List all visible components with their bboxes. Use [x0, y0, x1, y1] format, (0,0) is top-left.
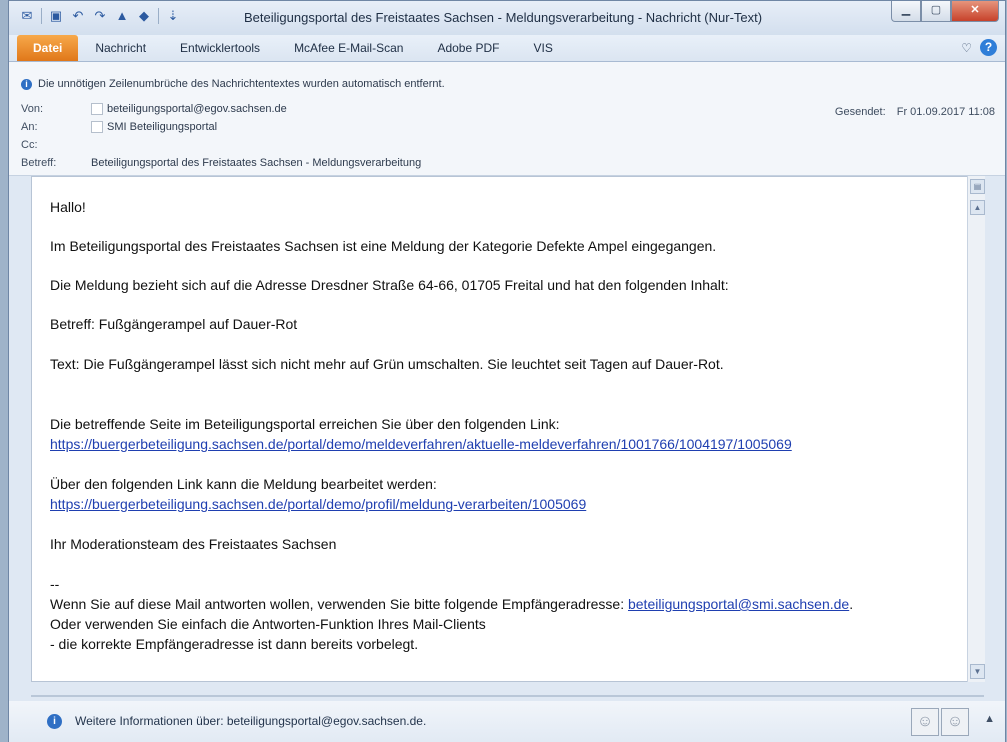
chevron-down-icon[interactable]: ♡: [961, 41, 972, 55]
help-icon[interactable]: ?: [980, 39, 997, 56]
window-controls: ▁ ▢ ✕: [891, 1, 999, 22]
to-label: An:: [21, 121, 38, 133]
info-bar-text: Die unnötigen Zeilenumbrüche des Nachric…: [38, 78, 445, 90]
edit-link[interactable]: https://buergerbeteiligung.sachsen.de/po…: [50, 496, 586, 512]
tab-file[interactable]: Datei: [17, 35, 79, 61]
body-line: Betreff: Fußgängerampel auf Dauer-Rot: [50, 316, 298, 332]
avatar-icon[interactable]: ☺: [941, 708, 969, 736]
title-bar: ✉ ▣ ↶ ↷ ▲ ◆ ⇣ Beteiligungsportal des Fre…: [9, 1, 1005, 35]
contact-status-icon: [91, 103, 103, 115]
vertical-scrollbar[interactable]: ▤ ▲ ▼: [967, 176, 985, 682]
outlook-message-window: ✉ ▣ ↶ ↷ ▲ ◆ ⇣ Beteiligungsportal des Fre…: [8, 0, 1006, 742]
reply-address-link[interactable]: beteiligungsportal@smi.sachsen.de: [628, 596, 849, 612]
scroll-up-button[interactable]: ▲: [970, 200, 985, 215]
ribbon-tabs: Datei Nachricht Entwicklertools McAfee E…: [9, 35, 1005, 62]
ribbon-right-controls: ♡ ?: [961, 39, 997, 56]
reply-suffix: .: [849, 596, 854, 612]
people-pane: i Weitere Informationen über: beteiligun…: [9, 701, 1005, 742]
cc-row: Cc:: [21, 139, 91, 151]
tab-vis[interactable]: VIS: [516, 35, 569, 61]
body-line: Oder verwenden Sie einfach die Antworten…: [50, 616, 486, 632]
subject-value: Beteiligungsportal des Freistaates Sachs…: [91, 157, 422, 169]
contact-status-icon: [91, 121, 103, 133]
body-line: Die Meldung bezieht sich auf die Adresse…: [50, 277, 729, 293]
people-pane-divider[interactable]: [31, 695, 984, 697]
reply-prefix: Wenn Sie auf diese Mail antworten wollen…: [50, 596, 628, 612]
up-arrow-icon[interactable]: ▲: [114, 8, 130, 24]
from-value[interactable]: beteiligungsportal@egov.sachsen.de: [107, 103, 287, 115]
page-icon[interactable]: ▤: [970, 179, 985, 194]
body-line: - die korrekte Empfängeradresse ist dann…: [50, 636, 419, 652]
quick-access-toolbar: ✉ ▣ ↶ ↷ ▲ ◆ ⇣: [19, 8, 181, 24]
sent-label: Gesendet:: [834, 106, 886, 118]
tab-entwicklertools[interactable]: Entwicklertools: [163, 35, 277, 61]
body-greeting: Hallo!: [50, 199, 86, 215]
to-row: An: SMI Beteiligungsportal: [21, 121, 217, 133]
body-line: Die betreffende Seite im Beteiligungspor…: [50, 416, 560, 432]
qat-separator: [41, 8, 42, 24]
body-line: Text: Die Fußgängerampel lässt sich nich…: [50, 356, 724, 372]
info-icon: i: [47, 714, 62, 729]
tab-nachricht[interactable]: Nachricht: [78, 35, 163, 61]
window-title: Beteiligungsportal des Freistaates Sachs…: [244, 10, 763, 25]
message-header: i Die unnötigen Zeilenumbrüche des Nachr…: [9, 62, 1005, 176]
redo-icon[interactable]: ↷: [92, 8, 108, 24]
people-pane-text: Weitere Informationen über: beteiligungs…: [75, 714, 427, 728]
cc-label: Cc:: [21, 139, 38, 151]
close-button[interactable]: ✕: [951, 1, 999, 22]
edit-link-row: https://buergerbeteiligung.sachsen.de/po…: [50, 496, 586, 512]
undo-icon[interactable]: ↶: [70, 8, 86, 24]
mail-icon[interactable]: ✉: [19, 8, 35, 24]
sent-value: Fr 01.09.2017 11:08: [896, 106, 995, 118]
expand-people-pane-icon[interactable]: ▲: [984, 713, 995, 725]
save-icon[interactable]: ▣: [48, 8, 64, 24]
portal-link[interactable]: https://buergerbeteiligung.sachsen.de/po…: [50, 436, 792, 452]
qat-separator: [158, 8, 159, 24]
maximize-button[interactable]: ▢: [921, 1, 951, 22]
portal-link-row: https://buergerbeteiligung.sachsen.de/po…: [50, 436, 792, 452]
to-value[interactable]: SMI Beteiligungsportal: [107, 121, 217, 133]
from-row: Von: beteiligungsportal@egov.sachsen.de: [21, 103, 287, 115]
customize-qat-icon[interactable]: ⇣: [165, 8, 181, 24]
tab-adobe-pdf[interactable]: Adobe PDF: [420, 35, 516, 61]
info-bar[interactable]: i Die unnötigen Zeilenumbrüche des Nachr…: [21, 78, 445, 90]
subject-label: Betreff:: [21, 157, 57, 169]
info-icon: i: [21, 78, 32, 90]
body-line: Über den folgenden Link kann die Meldung…: [50, 476, 437, 492]
scroll-down-button[interactable]: ▼: [970, 664, 985, 679]
subject-row: Betreff: Beteiligungsportal des Freistaa…: [21, 157, 421, 169]
body-line: Ihr Moderationsteam des Freistaates Sach…: [50, 536, 337, 552]
sent-info: Gesendet: Fr 01.09.2017 11:08: [835, 106, 995, 118]
body-line: Im Beteiligungsportal des Freistaates Sa…: [50, 238, 717, 254]
down-arrow-icon[interactable]: ◆: [136, 8, 152, 24]
message-body[interactable]: Hallo! Im Beteiligungsportal des Freista…: [31, 176, 982, 682]
signature-separator: --: [50, 576, 60, 592]
minimize-button[interactable]: ▁: [891, 1, 921, 22]
tab-mcafee[interactable]: McAfee E-Mail-Scan: [277, 35, 420, 61]
from-label: Von:: [21, 103, 44, 115]
avatar-icon[interactable]: ☺: [911, 708, 939, 736]
reply-address-row: Wenn Sie auf diese Mail antworten wollen…: [50, 596, 853, 612]
